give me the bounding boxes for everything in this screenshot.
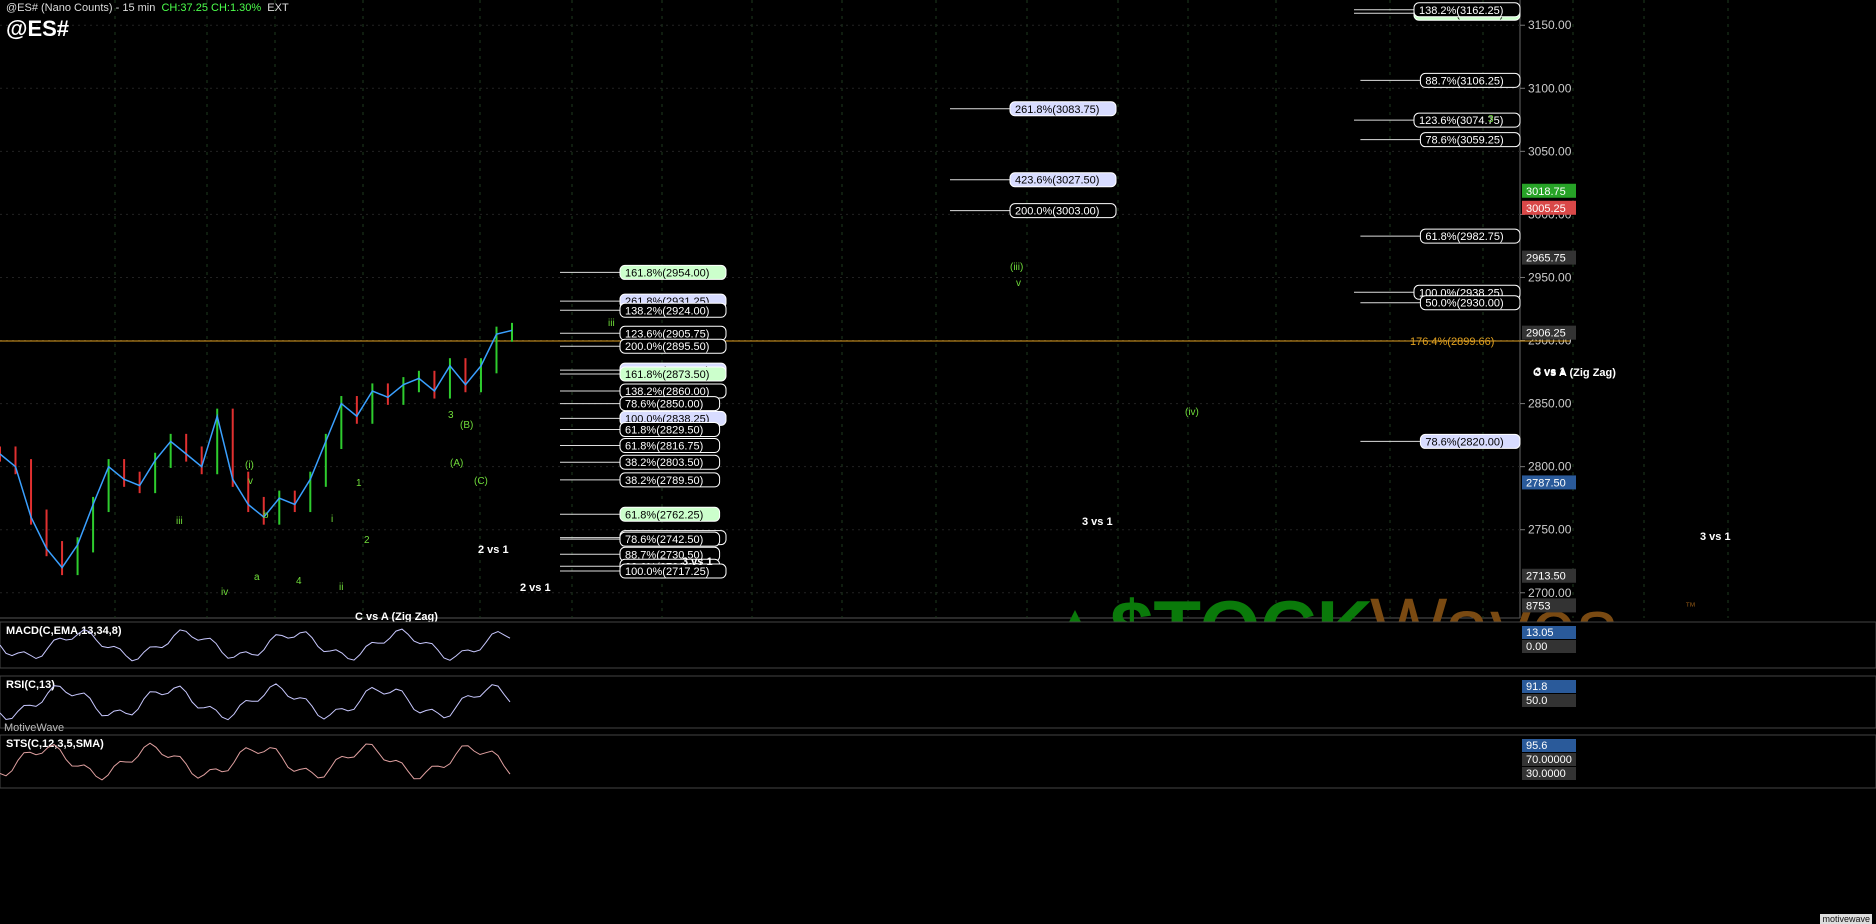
- indicator-title: MACD(C,EMA,13,34,8): [6, 625, 122, 637]
- wave-label: iii: [176, 516, 183, 527]
- wave-label: (i): [245, 460, 254, 471]
- fib-level-label: 200.0%(3003.00): [1015, 206, 1099, 218]
- wave-annotation: 3 vs 1: [1700, 531, 1731, 543]
- watermark-tm: ™: [1685, 601, 1696, 613]
- wave-label: b: [263, 510, 269, 521]
- fib-level-label: 261.8%(3083.75): [1015, 104, 1099, 116]
- fib-level-label: 61.8%(2816.75): [625, 441, 703, 453]
- fib-level-label: 61.8%(2982.75): [1425, 231, 1503, 243]
- wave-label: (iv): [1185, 407, 1199, 418]
- fib-level-label: 38.2%(2789.50): [625, 475, 703, 487]
- wave-label: (A): [450, 458, 463, 469]
- axis-price-badge-label: 2787.50: [1526, 477, 1566, 489]
- wave-label: v: [1016, 278, 1021, 289]
- indicator-title: RSI(C,13): [6, 679, 55, 691]
- wave-label: i: [331, 514, 333, 525]
- fib-level-label: 78.6%(2850.00): [625, 399, 703, 411]
- wave-label: (C): [474, 476, 488, 487]
- fib-level-label: 88.7%(3106.25): [1425, 75, 1503, 87]
- fib-level-label: 78.6%(2742.50): [625, 534, 703, 546]
- fib-level-label: 161.8%(2954.00): [625, 267, 709, 279]
- fib-level-label: 161.8%(2873.50): [625, 369, 709, 381]
- fib-level-label: 61.8%(2829.50): [625, 424, 703, 436]
- fib-level-label: 200.0%(2895.50): [625, 341, 709, 353]
- wave-annotation: 3 vs 1: [682, 556, 713, 568]
- wave-label: 4: [296, 576, 302, 587]
- chart-canvas[interactable]: 3150.003100.003050.003000.002950.002900.…: [0, 0, 1876, 924]
- motivewave-small-brand: motivewave: [1820, 914, 1872, 924]
- axis-price-badge-label: 2965.75: [1526, 253, 1566, 265]
- indicator-value-label: 0.00: [1526, 641, 1547, 653]
- fib-level-label: 138.2%(2924.00): [625, 305, 709, 317]
- indicator-value-label: 70.00000: [1526, 754, 1572, 766]
- indicator-value-label: 91.8: [1526, 681, 1547, 693]
- wave-label: (B): [460, 420, 473, 431]
- axis-price-badge-label: 3018.75: [1526, 186, 1566, 198]
- wave-label: iii: [608, 318, 615, 329]
- fib-level-label: 50.0%(2930.00): [1425, 298, 1503, 310]
- chart-title: @ES# (Nano Counts) - 15 min CH:37.25 CH:…: [6, 2, 289, 14]
- wave-label: 3: [448, 410, 454, 421]
- wave-label: v: [248, 476, 253, 487]
- indicator-title: STS(C,12,3,5,SMA): [6, 738, 104, 750]
- indicator-value-label: 30.0000: [1526, 768, 1566, 780]
- wave-annotation: 2 vs 1: [520, 582, 551, 594]
- y-tick-label: 2850.00: [1528, 397, 1572, 411]
- axis-price-badge-label: 2713.50: [1526, 571, 1566, 583]
- y-tick-label: 3100.00: [1528, 81, 1572, 95]
- wave-label: iv: [221, 587, 228, 598]
- wave-annotation: C vs A (Zig Zag): [355, 611, 438, 623]
- fib-level-label: 138.2%(3162.25): [1419, 5, 1503, 17]
- wave-label: ii: [339, 582, 343, 593]
- fib-level-label: 61.8%(2762.25): [625, 509, 703, 521]
- wave-label: (iii): [1010, 262, 1023, 273]
- wave-annotation: C vs A (Zig Zag): [1533, 367, 1616, 379]
- y-tick-label: 2800.00: [1528, 460, 1572, 474]
- wave-annotation: 2 vs 1: [478, 544, 509, 556]
- y-tick-label: 2750.00: [1528, 523, 1572, 537]
- axis-price-badge-label: 3005.25: [1526, 203, 1566, 215]
- y-tick-label: 2950.00: [1528, 270, 1572, 284]
- indicator-panel: [0, 675, 1876, 729]
- axis-price-badge-label: 2906.25: [1526, 328, 1566, 340]
- fib-level-label: 123.6%(2905.75): [625, 328, 709, 340]
- wave-annotation: 3 vs 1: [1082, 516, 1113, 528]
- motivewave-brand: MotiveWave: [4, 722, 65, 734]
- indicator-value-label: 13.05: [1526, 627, 1554, 639]
- axis-price-badge-label: 8753: [1526, 600, 1550, 612]
- indicator-panel: [0, 621, 1876, 669]
- wave-label: 2: [364, 535, 370, 546]
- wave-label: 3: [1488, 114, 1494, 125]
- fib-level-label: 38.2%(2803.50): [625, 457, 703, 469]
- indicator-panel: [0, 734, 1876, 789]
- wave-label: 1: [356, 478, 362, 489]
- fib-level-label: 176.4%(2899.66): [1410, 336, 1494, 348]
- y-tick-label: 3050.00: [1528, 144, 1572, 158]
- fib-level-label: 78.6%(2820.00): [1425, 436, 1503, 448]
- indicator-value-label: 50.0: [1526, 695, 1547, 707]
- fib-level-label: 78.6%(3059.25): [1425, 135, 1503, 147]
- y-tick-label: 3150.00: [1528, 18, 1572, 32]
- symbol-label: @ES#: [6, 16, 70, 41]
- wave-label: a: [254, 572, 260, 583]
- indicator-value-label: 95.6: [1526, 740, 1547, 752]
- fib-level-label: 423.6%(3027.50): [1015, 175, 1099, 187]
